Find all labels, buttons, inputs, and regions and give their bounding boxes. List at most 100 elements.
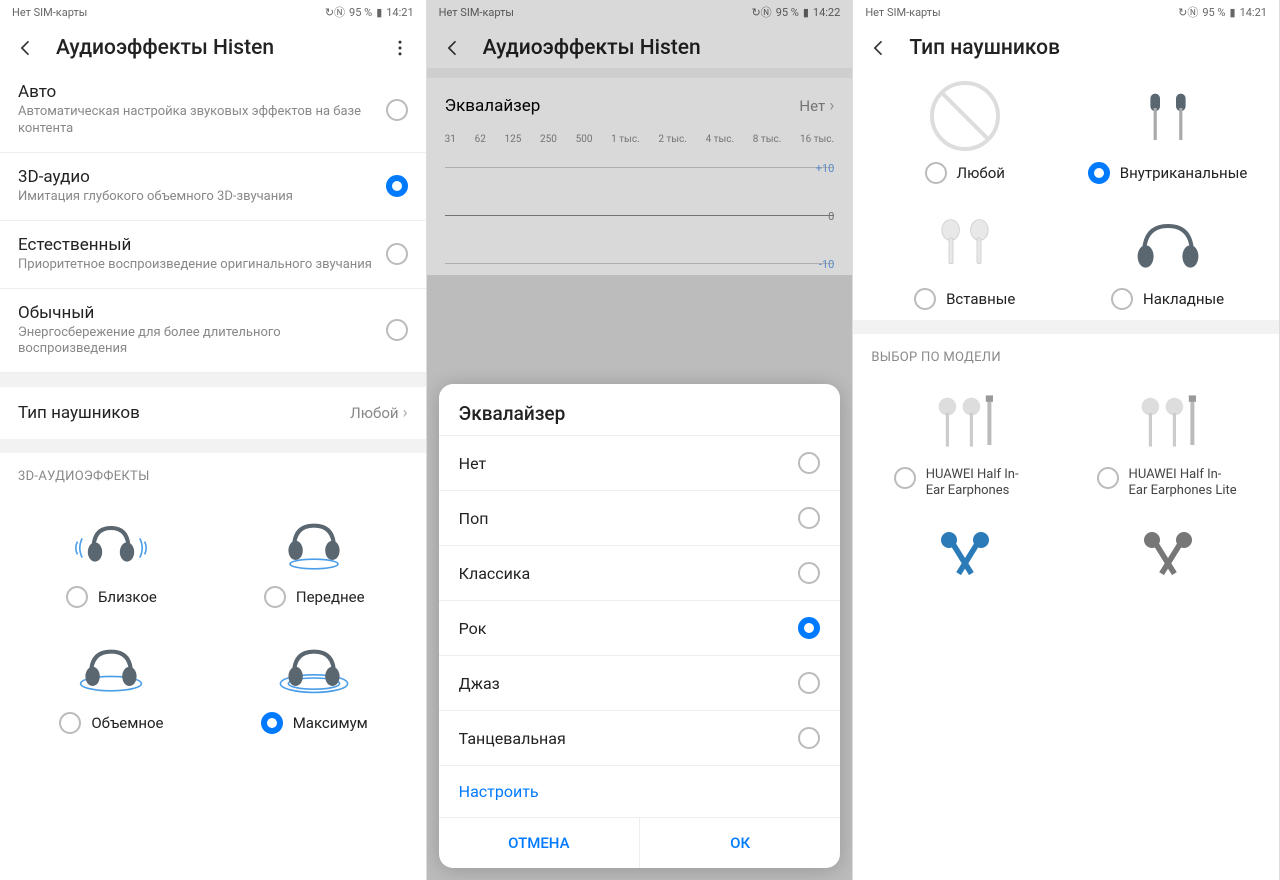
sim-status: Нет SIM-карты — [865, 6, 940, 19]
radio-button[interactable] — [914, 288, 936, 310]
effect-label: Переднее — [296, 588, 365, 606]
page-title: Тип наушников — [909, 36, 1263, 60]
headphone-type-option[interactable]: Любой — [863, 68, 1066, 194]
preset-label: Рок — [459, 619, 487, 638]
radio-button[interactable] — [894, 467, 916, 489]
radio-button[interactable] — [264, 586, 286, 608]
model-icon — [915, 516, 1015, 596]
effect-option[interactable]: Максимум — [213, 618, 416, 744]
effect-icon — [61, 500, 161, 580]
radio-button[interactable] — [59, 712, 81, 734]
eq-preset-option[interactable]: Рок — [439, 600, 841, 655]
effect-icon — [61, 626, 161, 706]
radio-button[interactable] — [798, 672, 820, 694]
type-label: Внутриканальные — [1120, 164, 1248, 182]
effect-icon — [264, 626, 364, 706]
radio-button[interactable] — [798, 507, 820, 529]
headphone-icon — [915, 76, 1015, 156]
spacer — [0, 373, 426, 387]
radio-button[interactable] — [798, 727, 820, 749]
effect-label: Объемное — [91, 714, 163, 732]
eq-preset-option[interactable]: Джаз — [439, 655, 841, 710]
effect-label: Близкое — [98, 588, 157, 606]
radio-button[interactable] — [1097, 467, 1119, 489]
eq-preset-option[interactable]: Классика — [439, 545, 841, 600]
radio-button[interactable] — [386, 243, 408, 265]
radio-button[interactable] — [66, 586, 88, 608]
mode-title: 3D-аудио — [18, 167, 376, 187]
radio-button[interactable] — [798, 562, 820, 584]
preset-label: Классика — [459, 564, 531, 583]
radio-button[interactable] — [798, 617, 820, 639]
nfc-icon: ↻Ⓝ — [1178, 4, 1198, 20]
headphone-type-option[interactable]: Внутриканальные — [1066, 68, 1269, 194]
headphone-model-option[interactable]: HUAWEI Half In-Ear Earphones Lite — [1066, 373, 1269, 508]
preset-label: Джаз — [459, 674, 500, 693]
screen-headphone-type: Нет SIM-карты ↻Ⓝ 95 % ▮ 14:21 Тип наушни… — [853, 0, 1280, 880]
headphone-model-option[interactable]: HUAWEI Half In-Ear Earphones — [863, 373, 1066, 508]
mode-subtitle: Имитация глубокого объемного 3D-звучания — [18, 189, 376, 206]
model-label: HUAWEI Half In-Ear Earphones — [926, 467, 1036, 498]
radio-button[interactable] — [386, 175, 408, 197]
preset-label: Танцевальная — [459, 729, 566, 748]
headphone-icon — [1118, 202, 1218, 282]
more-icon[interactable] — [390, 38, 410, 58]
spacer — [853, 320, 1279, 334]
headphone-type-value: Любой — [350, 404, 398, 422]
preset-label: Нет — [459, 454, 487, 473]
cancel-button[interactable]: ОТМЕНА — [439, 818, 640, 868]
headphone-type-label: Тип наушников — [18, 403, 140, 423]
headphone-model-option[interactable] — [1066, 508, 1269, 606]
back-icon[interactable] — [869, 38, 889, 58]
radio-button[interactable] — [386, 99, 408, 121]
spacer — [0, 439, 426, 453]
battery-icon: ▮ — [376, 6, 382, 19]
effect-option[interactable]: Переднее — [213, 492, 416, 618]
nfc-icon: ↻Ⓝ — [325, 4, 345, 20]
mode-title: Обычный — [18, 303, 376, 323]
status-bar: Нет SIM-карты ↻Ⓝ 95 % ▮ 14:21 — [0, 0, 426, 24]
mode-option[interactable]: 3D-аудио Имитация глубокого объемного 3D… — [0, 153, 426, 221]
radio-button[interactable] — [386, 319, 408, 341]
ok-button[interactable]: ОК — [640, 818, 840, 868]
mode-subtitle: Автоматическая настройка звуковых эффект… — [18, 104, 376, 138]
back-icon[interactable] — [16, 38, 36, 58]
mode-option[interactable]: Естественный Приоритетное воспроизведени… — [0, 221, 426, 289]
eq-preset-option[interactable]: Нет — [439, 435, 841, 490]
radio-button[interactable] — [798, 452, 820, 474]
radio-button[interactable] — [925, 162, 947, 184]
mode-subtitle: Энергосбережение для более длительного в… — [18, 325, 376, 359]
battery-percent: 95 % — [349, 6, 372, 19]
effect-option[interactable]: Объемное — [10, 618, 213, 744]
mode-option[interactable]: Авто Автоматическая настройка звуковых э… — [0, 68, 426, 153]
customize-button[interactable]: Настроить — [439, 765, 841, 817]
eq-preset-option[interactable]: Поп — [439, 490, 841, 545]
mode-option[interactable]: Обычный Энергосбережение для более длите… — [0, 289, 426, 374]
battery-icon: ▮ — [1230, 6, 1236, 19]
radio-button[interactable] — [261, 712, 283, 734]
status-bar: Нет SIM-карты ↻Ⓝ 95 % ▮ 14:21 — [853, 0, 1279, 24]
mode-title: Авто — [18, 82, 376, 102]
radio-button[interactable] — [1088, 162, 1110, 184]
model-icon — [1118, 516, 1218, 596]
model-icon — [915, 381, 1015, 461]
mode-title: Естественный — [18, 235, 376, 255]
type-label: Вставные — [946, 290, 1015, 308]
clock: 14:21 — [1240, 6, 1267, 19]
headphone-type-option[interactable]: Вставные — [863, 194, 1066, 320]
screen-audio-effects: Нет SIM-карты ↻Ⓝ 95 % ▮ 14:21 Аудиоэффек… — [0, 0, 427, 880]
headphone-type-link[interactable]: Тип наушников Любой› — [0, 387, 426, 439]
effect-option[interactable]: Близкое — [10, 492, 213, 618]
effect-icon — [264, 500, 364, 580]
header: Аудиоэффекты Histen — [0, 24, 426, 68]
model-icon — [1118, 381, 1218, 461]
radio-button[interactable] — [1111, 288, 1133, 310]
sim-status: Нет SIM-карты — [12, 6, 87, 19]
mode-subtitle: Приоритетное воспроизведение оригинально… — [18, 257, 376, 274]
dialog-title: Эквалайзер — [439, 384, 841, 435]
headphone-type-option[interactable]: Накладные — [1066, 194, 1269, 320]
eq-preset-option[interactable]: Танцевальная — [439, 710, 841, 765]
preset-label: Поп — [459, 509, 489, 528]
page-title: Аудиоэффекты Histen — [56, 36, 370, 60]
headphone-model-option[interactable] — [863, 508, 1066, 606]
